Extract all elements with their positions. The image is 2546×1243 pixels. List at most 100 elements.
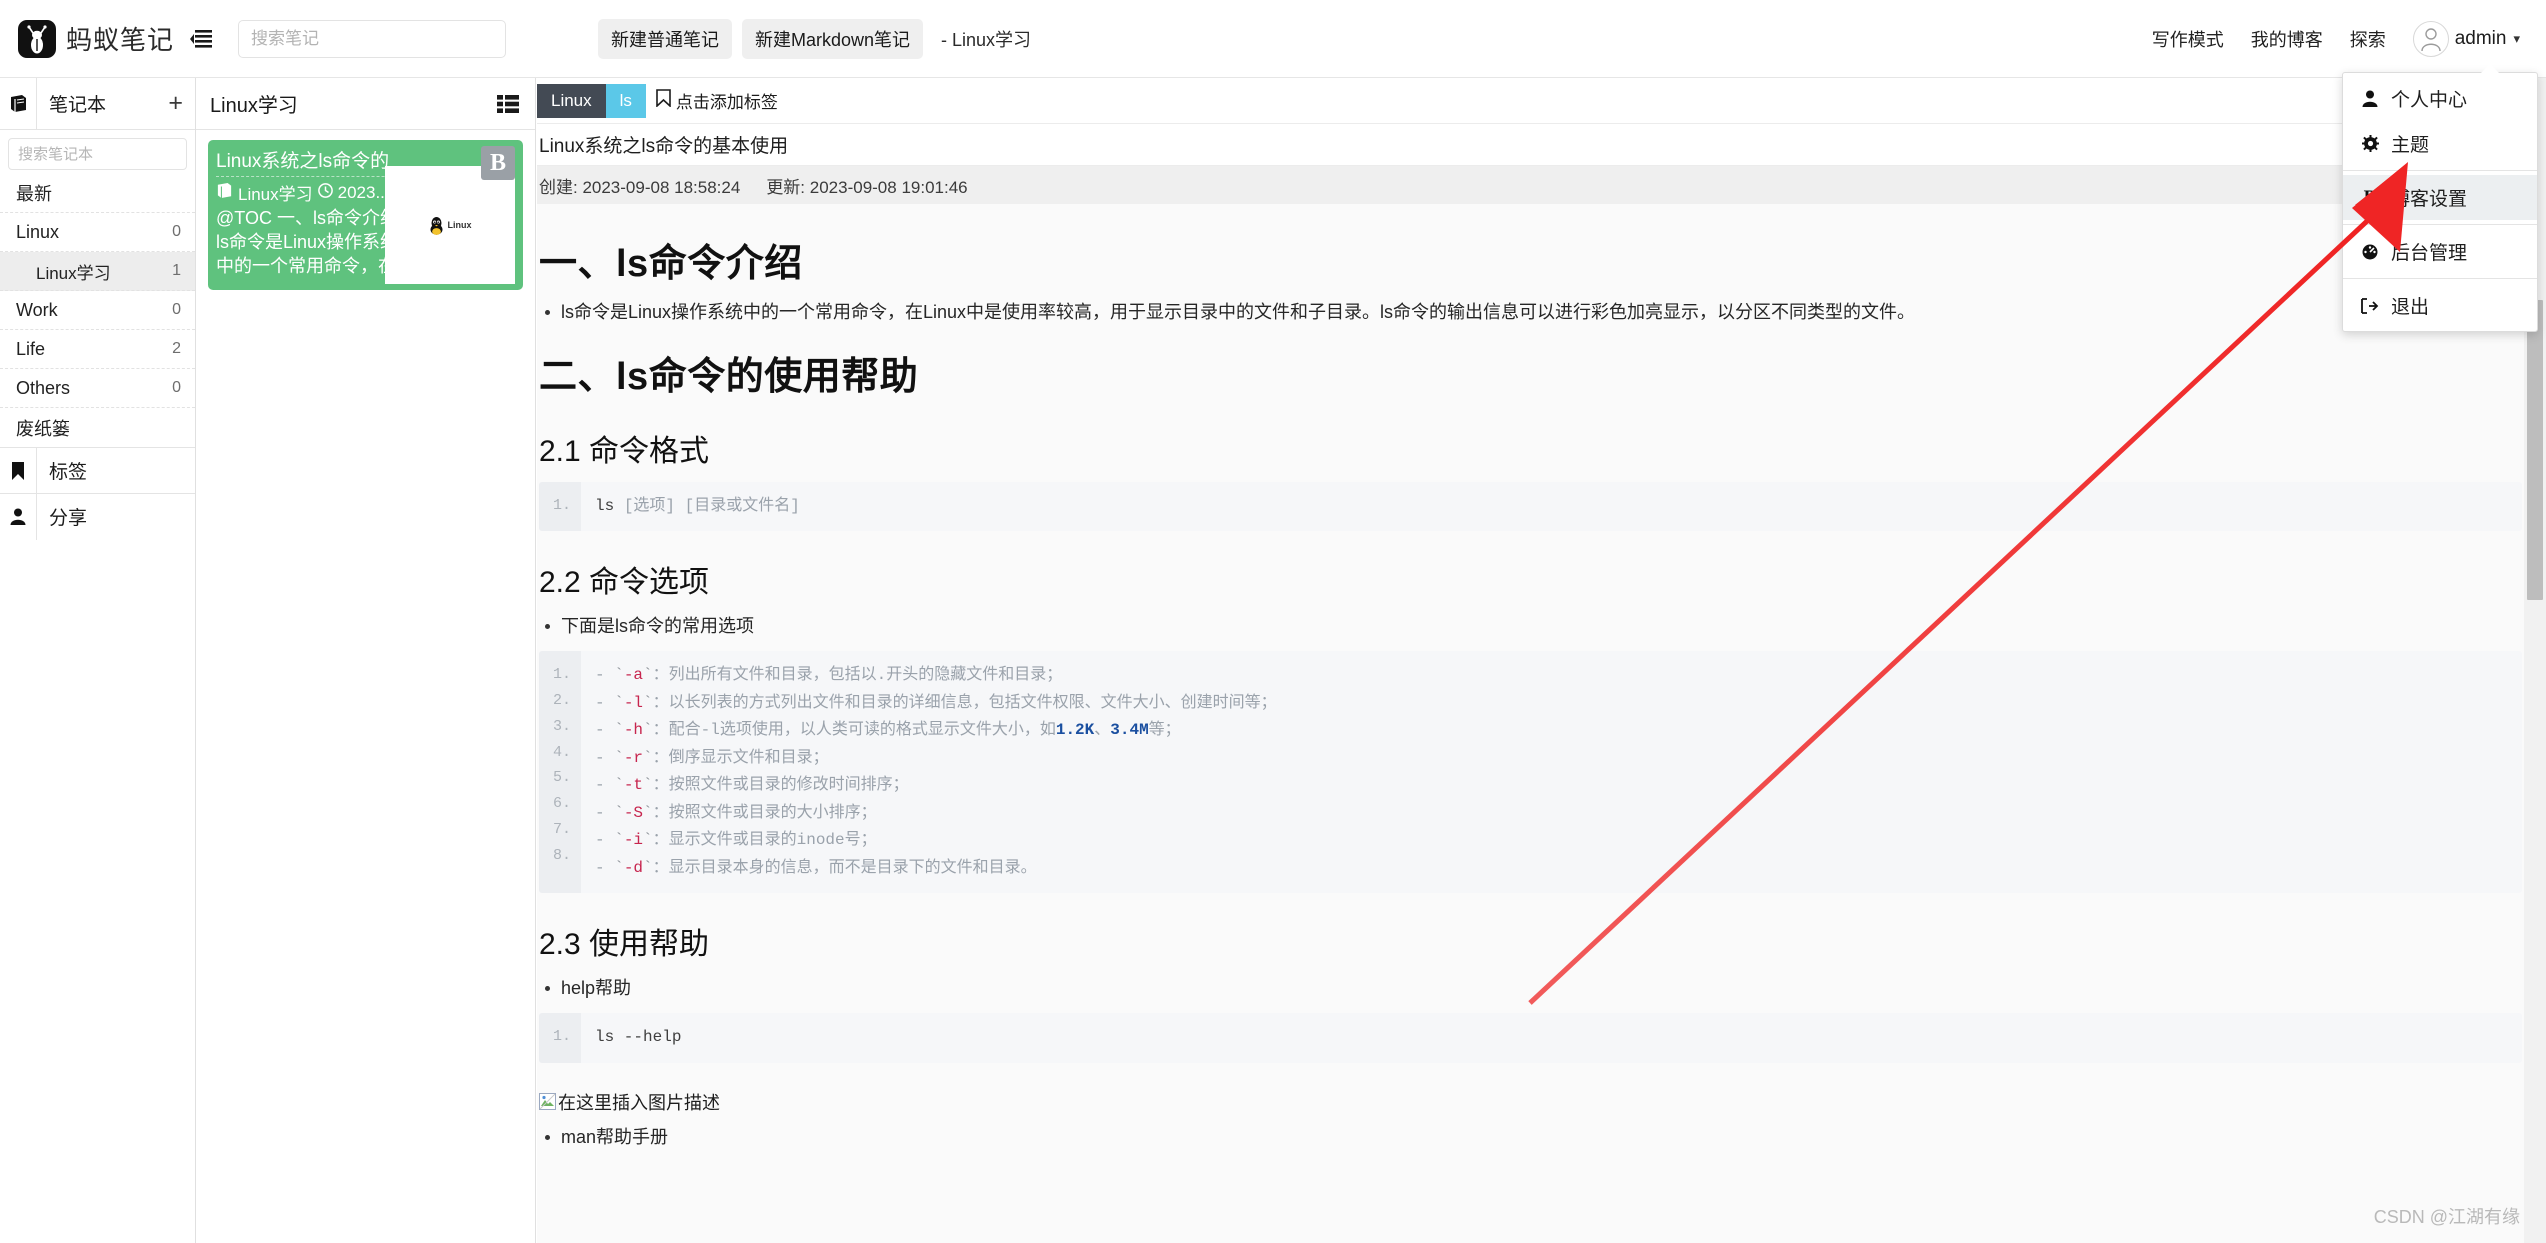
sidebar-item-label: 标签 bbox=[36, 447, 195, 494]
code-flag: -i bbox=[623, 831, 644, 850]
sidebar-item-linux-study[interactable]: Linux学习 1 bbox=[0, 252, 195, 291]
dashboard-icon bbox=[2359, 243, 2381, 260]
tag-icon bbox=[656, 89, 671, 112]
code-sep: 、 bbox=[1094, 721, 1111, 740]
notebook-header: 笔记本 + bbox=[0, 77, 195, 130]
code-gutter: 1. 2. 3. 4. 5. 6. 7. 8. bbox=[539, 651, 581, 894]
tag-ls[interactable]: ls bbox=[605, 83, 646, 118]
sidebar-item-label: Linux bbox=[16, 221, 60, 242]
code-arg: [选项] bbox=[623, 496, 676, 515]
menu-item-personal-center[interactable]: 个人中心 bbox=[2343, 76, 2537, 121]
code-block-help[interactable]: 1. ls --help bbox=[539, 1013, 2522, 1063]
watermark: CSDN @江湖有缘 bbox=[2373, 1207, 2520, 1227]
add-tag-button[interactable]: 点击添加标签 bbox=[656, 88, 778, 113]
list-item[interactable]: Linux系统之ls命令的 Linux学习 2023... @TOC 一、ls命… bbox=[208, 140, 523, 290]
note-editor: Linux ls 点击添加标签 Linux系统之ls命令的基本使用 创建: 20… bbox=[537, 78, 2546, 1243]
menu-divider bbox=[2343, 278, 2537, 279]
code-desc: ：显示目录本身的信息，而不是目录下的文件和目录。 bbox=[652, 858, 1037, 877]
code-flag: -r bbox=[623, 748, 644, 767]
menu-item-blog-settings[interactable]: B 博客设置 bbox=[2343, 175, 2537, 220]
list-item: help帮助 bbox=[539, 975, 2522, 1003]
sidebar-item-trash[interactable]: 废纸篓 bbox=[0, 408, 195, 447]
note-title[interactable]: Linux系统之ls命令的基本使用 bbox=[537, 124, 2546, 166]
sidebar-item-linux[interactable]: Linux 0 bbox=[0, 213, 195, 252]
note-created: 创建: 2023-09-08 18:58:24 bbox=[539, 177, 741, 197]
heading-2-usage-help: 2.3 使用帮助 bbox=[539, 928, 710, 962]
code-block-format[interactable]: 1. ls [选项] [目录或文件名] bbox=[539, 481, 2522, 532]
code-line-number: 2. bbox=[552, 692, 571, 710]
sidebar-item-count: 0 bbox=[172, 301, 181, 318]
notebook-icon bbox=[0, 95, 36, 112]
link-write-mode[interactable]: 写作模式 bbox=[2152, 26, 2224, 52]
list-view-icon[interactable] bbox=[497, 94, 519, 113]
top-header: 蚂蚁笔记 新建普通笔记 新建Markdown笔记 - Linux学习 写作模式 … bbox=[0, 0, 2546, 78]
sidebar-item-work[interactable]: Work 0 bbox=[0, 291, 195, 330]
logout-icon bbox=[2359, 297, 2381, 314]
broken-image-alt: 在这里插入图片描述 bbox=[558, 1092, 720, 1113]
list-item: man帮助手册 bbox=[539, 1124, 2522, 1152]
sidebar-item-label: 分享 bbox=[36, 493, 195, 540]
code-line: - `-t`：按照文件或目录的修改时间排序； bbox=[595, 776, 909, 795]
options-list: 下面是ls命令的常用选项 bbox=[539, 613, 2522, 641]
menu-item-admin[interactable]: 后台管理 bbox=[2343, 229, 2537, 274]
code-desc: ：列出所有文件和目录，包括以.开头的隐藏文件和目录； bbox=[652, 666, 1063, 685]
chevron-down-icon: ▾ bbox=[2513, 30, 2520, 46]
avatar bbox=[2412, 20, 2449, 57]
menu-label: 退出 bbox=[2391, 297, 2430, 318]
add-tag-label: 点击添加标签 bbox=[675, 93, 778, 112]
thumbnail-label: Linux bbox=[447, 220, 472, 230]
scrollbar-thumb[interactable] bbox=[2527, 300, 2543, 600]
menu-item-logout[interactable]: 退出 bbox=[2343, 283, 2537, 328]
menu-label: 主题 bbox=[2391, 135, 2430, 156]
sidebar-item-latest[interactable]: 最新 bbox=[0, 174, 195, 213]
brand-name: 蚂蚁笔记 bbox=[66, 25, 175, 55]
link-explore[interactable]: 探索 bbox=[2350, 26, 2386, 52]
user-name: admin bbox=[2454, 27, 2507, 49]
menu-divider bbox=[2343, 170, 2537, 171]
code-block-options[interactable]: 1. 2. 3. 4. 5. 6. 7. 8. - `-a`：列出所有文件和目录… bbox=[539, 651, 2522, 894]
note-updated: 更新: 2023-09-08 19:01:46 bbox=[766, 177, 968, 197]
code-line-number: 5. bbox=[552, 769, 571, 787]
code-line: - `-l`：以长列表的方式列出文件和目录的详细信息，包括文件权限、文件大小、创… bbox=[595, 693, 1277, 712]
menu-item-theme[interactable]: 主题 bbox=[2343, 121, 2537, 166]
menu-label: 博客设置 bbox=[2391, 189, 2468, 210]
hamburger-icon[interactable] bbox=[178, 29, 224, 48]
code-line-number: 7. bbox=[552, 821, 571, 839]
notebook-icon bbox=[216, 182, 233, 203]
code-highlight: 1.2K bbox=[1055, 721, 1095, 740]
heading-2-options: 2.2 命令选项 bbox=[539, 566, 710, 600]
user-menu-trigger[interactable]: admin ▾ bbox=[2412, 20, 2520, 57]
code-desc: ：显示文件或目录的inode号； bbox=[652, 831, 877, 850]
code-line: - `-r`：倒序显示文件和目录； bbox=[595, 748, 829, 767]
sidebar-item-others[interactable]: Others 0 bbox=[0, 369, 195, 408]
code-line-number: 4. bbox=[552, 743, 571, 761]
sidebar-item-life[interactable]: Life 2 bbox=[0, 330, 195, 369]
note-list-panel: Linux学习 Linux系统之ls命令的 Linux学习 2023... @T… bbox=[196, 78, 536, 1243]
code-line-number: 6. bbox=[552, 795, 571, 813]
new-markdown-note-button[interactable]: 新建Markdown笔记 bbox=[742, 18, 924, 59]
code-line-number: 8. bbox=[552, 846, 571, 864]
sidebar-item-label: Linux学习 bbox=[36, 263, 111, 283]
help-list: help帮助 bbox=[539, 975, 2522, 1003]
search-input[interactable] bbox=[238, 19, 506, 58]
page-title: 笔记本 bbox=[49, 95, 107, 116]
code-desc: ：配合-l选项使用，以人类可读的格式显示文件大小，如 bbox=[652, 721, 1056, 740]
code-gutter: 1. bbox=[539, 481, 581, 532]
heading-1-intro: 一、ls命令介绍 bbox=[539, 243, 803, 285]
plus-icon[interactable]: + bbox=[168, 91, 195, 116]
menu-label: 后台管理 bbox=[2391, 243, 2468, 264]
code-highlight: 3.4M bbox=[1110, 721, 1149, 740]
tag-bookmark-icon bbox=[0, 461, 36, 480]
code-line: - `-S`：按照文件或目录的大小排序； bbox=[595, 803, 877, 822]
brand[interactable]: 蚂蚁笔记 bbox=[0, 19, 178, 58]
sidebar-item-share[interactable]: 分享 bbox=[0, 493, 195, 540]
sidebar-item-tags[interactable]: 标签 bbox=[0, 447, 195, 494]
sidebar-item-label: Others bbox=[16, 377, 71, 398]
link-my-blog[interactable]: 我的博客 bbox=[2251, 26, 2323, 52]
ant-logo-icon bbox=[18, 19, 56, 58]
notebook-search-input[interactable] bbox=[8, 138, 187, 170]
heading-2-format: 2.1 命令格式 bbox=[539, 434, 710, 468]
tag-linux[interactable]: Linux bbox=[537, 83, 606, 118]
new-plain-note-button[interactable]: 新建普通笔记 bbox=[598, 18, 732, 59]
code-line: - `-a`：列出所有文件和目录，包括以.开头的隐藏文件和目录； bbox=[595, 666, 1063, 685]
